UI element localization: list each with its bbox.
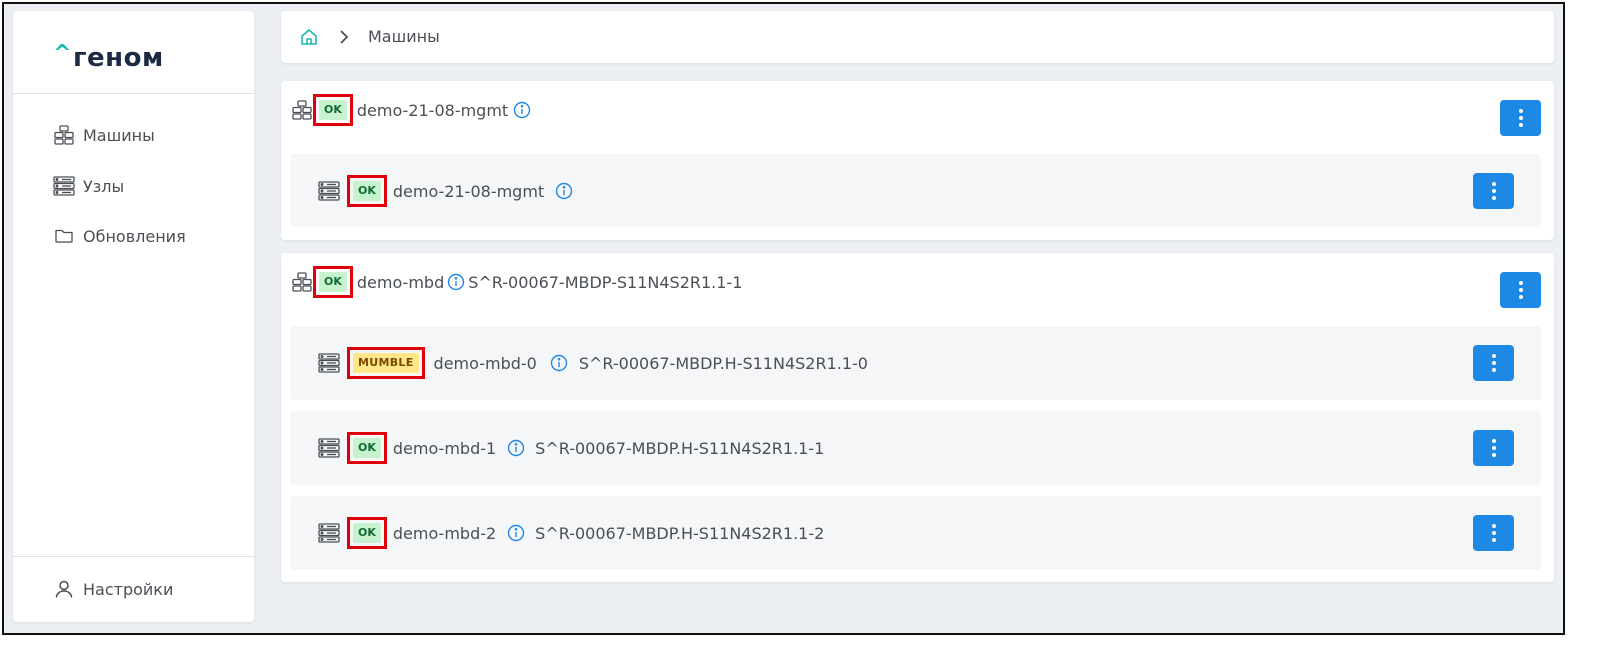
node-menu-button[interactable] xyxy=(1473,430,1514,466)
node-menu-button[interactable] xyxy=(1473,515,1514,551)
sidebar-item-settings[interactable]: Настройки xyxy=(53,577,173,601)
machine-header: OK demo-21-08-mgmt xyxy=(291,93,531,127)
machine-menu-button[interactable] xyxy=(1500,100,1541,136)
node-line: OK demo-21-08-mgmt xyxy=(347,173,573,209)
home-icon[interactable] xyxy=(299,27,319,47)
node-icon xyxy=(318,523,340,543)
node-code: S^R-00067-MBDP.H-S11N4S2R1.1-1 xyxy=(535,438,825,458)
node-icon xyxy=(318,181,340,201)
node-line xyxy=(318,518,340,548)
node-icon xyxy=(318,353,340,373)
nodes-icon xyxy=(53,176,75,196)
node-line xyxy=(318,348,340,378)
node-menu-button[interactable] xyxy=(1473,345,1514,381)
breadcrumb-current: Машины xyxy=(368,27,440,46)
node-line: MUMBLE demo-mbd-0 S^R-00067-MBDP.H-S11N4… xyxy=(347,345,868,381)
sidebar-divider xyxy=(13,556,254,557)
node-line xyxy=(318,433,340,463)
sidebar-item-machines[interactable]: Машины xyxy=(53,123,155,147)
breadcrumb: Машины xyxy=(281,11,1554,63)
machine-menu-button[interactable] xyxy=(1500,272,1541,308)
status-badge: OK xyxy=(313,94,353,126)
node-line: OK demo-mbd-1 S^R-00067-MBDP.H-S11N4S2R1… xyxy=(347,430,824,466)
machine-code: S^R-00067-MBDP-S11N4S2R1.1-1 xyxy=(468,272,743,292)
logo[interactable]: ^геном xyxy=(53,41,164,73)
sidebar-item-label: Обновления xyxy=(83,226,186,246)
sidebar: ^геном Машины Узлы Обновления Настройки xyxy=(13,11,254,622)
sidebar-divider xyxy=(13,93,254,94)
logo-caret: ^ xyxy=(53,41,72,66)
machine-group: OK demo-21-08-mgmt OK demo-21-08-mgmt xyxy=(281,81,1554,240)
node-row: OK demo-mbd-1 S^R-00067-MBDP.H-S11N4S2R1… xyxy=(290,411,1541,485)
node-row: OK demo-21-08-mgmt xyxy=(290,154,1541,227)
status-badge: MUMBLE xyxy=(347,347,425,379)
node-code: S^R-00067-MBDP.H-S11N4S2R1.1-0 xyxy=(578,353,868,373)
logo-text: геном xyxy=(72,43,164,73)
machine-group: OK demo-mbd S^R-00067-MBDP-S11N4S2R1.1-1… xyxy=(281,253,1554,582)
sidebar-item-label: Узлы xyxy=(83,176,125,196)
node-name[interactable]: demo-mbd-1 xyxy=(393,439,496,458)
machine-name[interactable]: demo-mbd xyxy=(357,273,444,292)
node-row: MUMBLE demo-mbd-0 S^R-00067-MBDP.H-S11N4… xyxy=(290,326,1541,400)
node-line: OK demo-mbd-2 S^R-00067-MBDP.H-S11N4S2R1… xyxy=(347,515,824,551)
node-line xyxy=(318,174,340,208)
chevron-right-icon xyxy=(340,30,349,44)
sidebar-item-label: Настройки xyxy=(83,579,174,599)
info-icon[interactable] xyxy=(507,439,525,457)
node-menu-button[interactable] xyxy=(1473,173,1514,209)
user-icon xyxy=(55,580,73,598)
node-code: S^R-00067-MBDP.H-S11N4S2R1.1-2 xyxy=(535,523,825,543)
info-icon[interactable] xyxy=(447,273,465,291)
node-row: OK demo-mbd-2 S^R-00067-MBDP.H-S11N4S2R1… xyxy=(290,496,1541,570)
node-name[interactable]: demo-mbd-0 xyxy=(434,354,537,373)
info-icon[interactable] xyxy=(507,524,525,542)
node-icon xyxy=(318,438,340,458)
node-name[interactable]: demo-21-08-mgmt xyxy=(393,182,544,201)
sidebar-item-updates[interactable]: Обновления xyxy=(53,224,186,248)
info-icon[interactable] xyxy=(550,354,568,372)
machines-icon xyxy=(292,272,312,292)
status-badge: OK xyxy=(347,517,387,549)
machine-header: OK demo-mbd S^R-00067-MBDP-S11N4S2R1.1-1 xyxy=(291,265,742,299)
machines-icon xyxy=(292,100,312,120)
node-name[interactable]: demo-mbd-2 xyxy=(393,524,496,543)
machine-name[interactable]: demo-21-08-mgmt xyxy=(357,101,508,120)
status-badge: OK xyxy=(347,175,387,207)
status-badge: OK xyxy=(313,266,353,298)
info-icon[interactable] xyxy=(513,101,531,119)
sidebar-item-nodes[interactable]: Узлы xyxy=(53,174,124,198)
machines-icon xyxy=(54,125,74,145)
folder-icon xyxy=(55,229,73,243)
status-badge: OK xyxy=(347,432,387,464)
info-icon[interactable] xyxy=(555,182,573,200)
sidebar-item-label: Машины xyxy=(83,125,155,145)
